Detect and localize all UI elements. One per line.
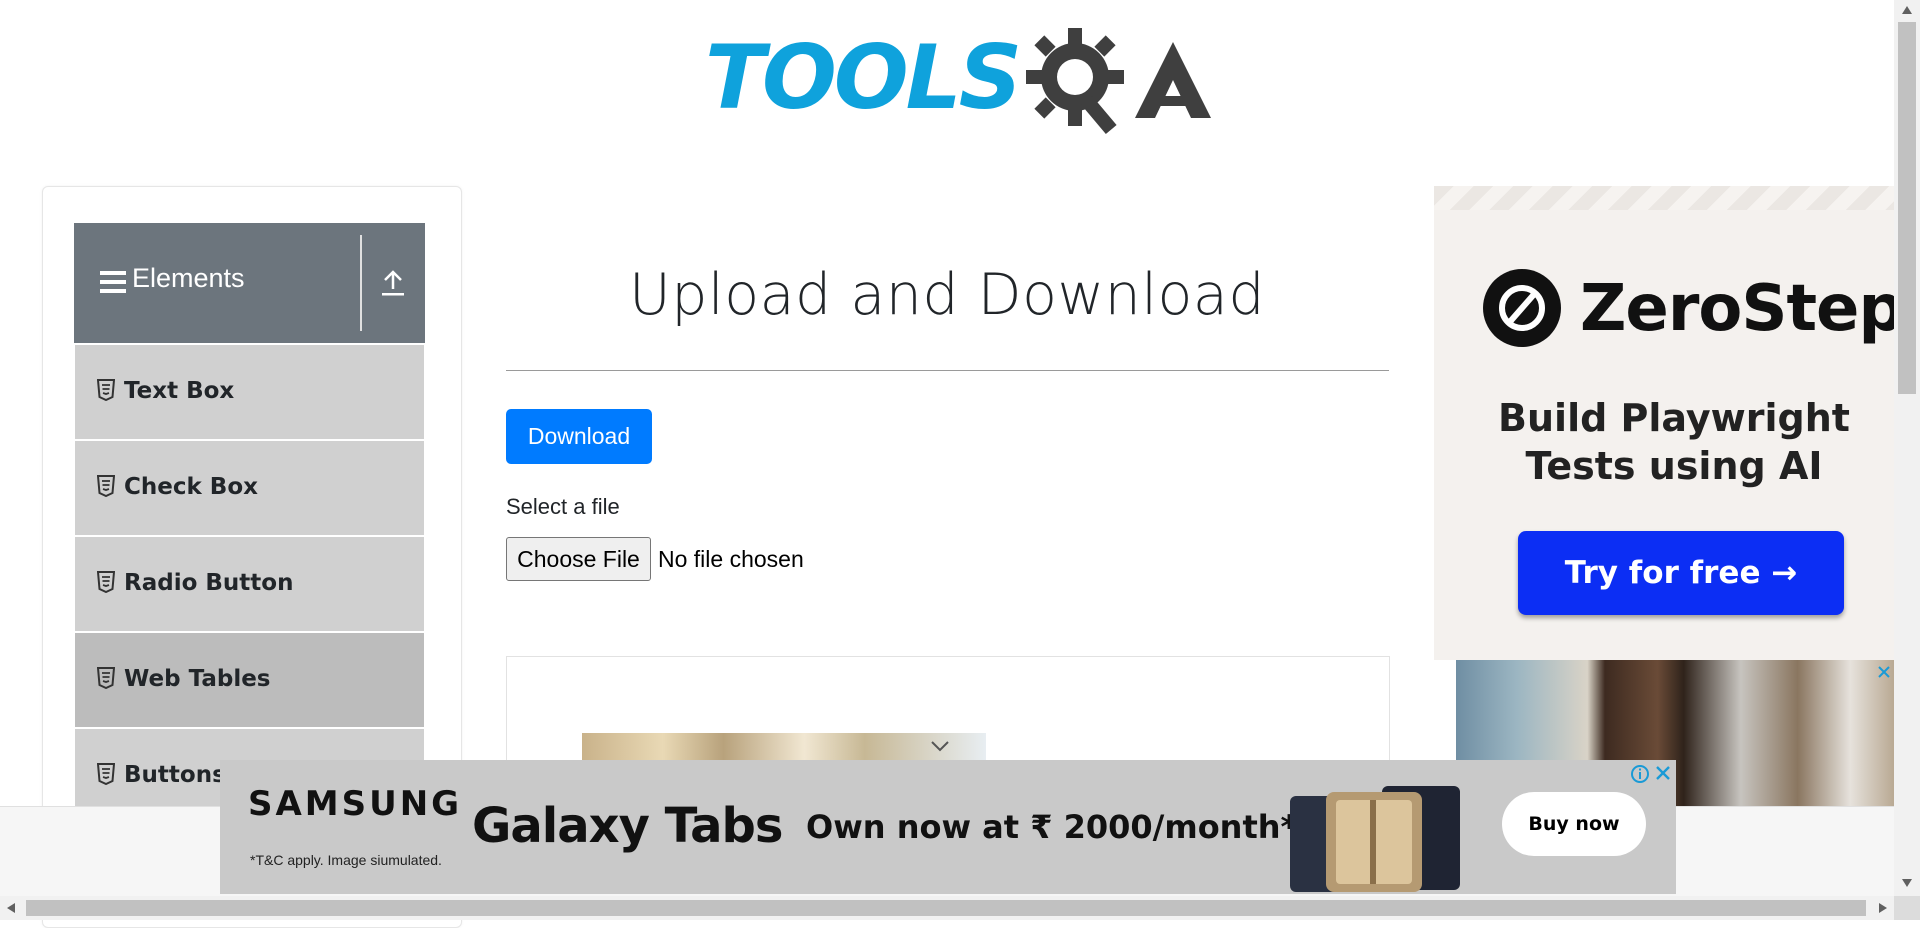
- sidebar-item-check-box[interactable]: Check Box: [75, 441, 424, 537]
- hamburger-icon: [100, 271, 126, 293]
- vertical-scroll-thumb[interactable]: [1898, 22, 1916, 394]
- page-title: Upload and Download: [628, 262, 1266, 328]
- zerostep-logo-icon: [1483, 269, 1561, 347]
- ad-product: Galaxy Tabs: [472, 798, 783, 854]
- tablet-image: [1290, 786, 1460, 892]
- try-for-free-button[interactable]: Try for free →: [1518, 531, 1844, 615]
- sidebar-item-label: Text Box: [124, 378, 235, 404]
- sidebar-item-label: Check Box: [124, 474, 258, 500]
- html5-icon: [97, 667, 115, 689]
- samsung-ad-banner[interactable]: SAMSUNG *T&C apply. Image siumulated. Ga…: [220, 760, 1676, 894]
- ad-tagline: Build Playwright Tests using AI: [1498, 396, 1850, 488]
- sidebar-item-text-box[interactable]: Text Box: [75, 345, 424, 441]
- ad-disclaimer: *T&C apply. Image siumulated.: [250, 852, 442, 868]
- scroll-left-icon[interactable]: [6, 902, 16, 914]
- close-icon[interactable]: [1654, 764, 1672, 782]
- zerostep-ad[interactable]: ZeroStep Build Playwright Tests using AI…: [1434, 186, 1904, 660]
- toolsqa-logo[interactable]: TOOLS: [705, 22, 1211, 137]
- file-status-text: No file chosen: [658, 546, 804, 572]
- select-file-label: Select a file: [506, 494, 620, 519]
- collapse-arrow-icon[interactable]: [380, 269, 406, 297]
- vertical-scrollbar[interactable]: [1894, 0, 1920, 896]
- sidebar-item-web-tables[interactable]: Web Tables: [75, 633, 424, 729]
- html5-icon: [97, 475, 115, 497]
- group-header-divider: [360, 235, 362, 331]
- title-divider: [506, 370, 1389, 371]
- download-button[interactable]: Download: [506, 409, 652, 464]
- gear-icon: [1026, 28, 1124, 135]
- scrollbar-corner: [1894, 896, 1920, 920]
- logo-a-mark: [1135, 42, 1211, 118]
- group-title: Elements: [132, 263, 245, 293]
- elements-group-header[interactable]: Elements: [74, 223, 425, 343]
- info-icon[interactable]: [1630, 764, 1650, 784]
- html5-icon: [97, 379, 115, 401]
- scroll-down-icon[interactable]: [1901, 878, 1913, 888]
- sidebar-item-label: Web Tables: [124, 666, 271, 692]
- ad-offer: Own now at ₹ 2000/month*: [806, 808, 1298, 846]
- scroll-right-icon[interactable]: [1878, 902, 1888, 914]
- sidebar-item-radio-button[interactable]: Radio Button: [75, 537, 424, 633]
- adchoices-icon[interactable]: [1876, 664, 1892, 680]
- ad-brand-samsung: SAMSUNG: [248, 784, 463, 824]
- sidebar-item-label: Radio Button: [124, 570, 294, 596]
- horizontal-scroll-thumb[interactable]: [26, 900, 1866, 916]
- choose-file-button[interactable]: Choose File: [506, 537, 651, 581]
- buy-now-button[interactable]: Buy now: [1502, 792, 1646, 856]
- chevron-down-icon[interactable]: [930, 739, 950, 753]
- html5-icon: [97, 571, 115, 593]
- logo-text: TOOLS: [705, 26, 1022, 129]
- html5-icon: [97, 763, 115, 785]
- ad-pattern: [1434, 186, 1894, 210]
- scroll-up-icon[interactable]: [1901, 5, 1913, 15]
- horizontal-scrollbar[interactable]: [0, 896, 1894, 920]
- ad-brand: ZeroStep: [1580, 272, 1904, 346]
- sidebar-item-label: Buttons: [124, 762, 226, 788]
